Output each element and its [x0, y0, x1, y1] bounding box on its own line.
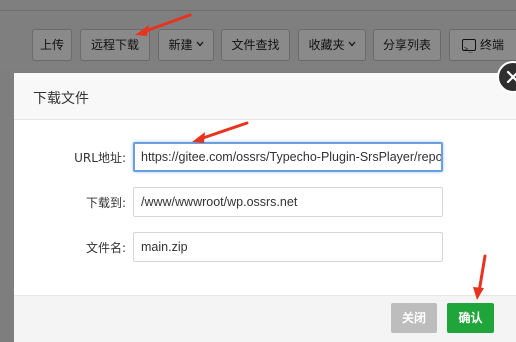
destination-label: 下载到: [85, 196, 126, 210]
terminal-icon [461, 34, 476, 64]
new-button-label: 新建 [168, 38, 193, 52]
close-button[interactable]: 关闭 [391, 303, 437, 333]
remote-download-button-label: 远程下载 [90, 38, 139, 52]
destination-input[interactable]: /www/wwwroot/wp.ossrs.net [133, 187, 443, 217]
download-file-dialog: 下载文件 URL地址: https://gitee.com/ossrs/Type… [14, 73, 516, 342]
share-list-button-label: 分享列表 [382, 38, 431, 52]
url-label: URL地址: [74, 151, 126, 165]
filename-label: 文件名: [85, 241, 126, 255]
terminal-button[interactable]: 终端 [449, 29, 516, 64]
share-list-button[interactable]: 分享列表 [373, 29, 441, 61]
chevron-down-icon [196, 41, 203, 46]
file-search-button[interactable]: 文件查找 [221, 29, 290, 61]
dialog-footer [14, 295, 516, 342]
upload-button[interactable]: 上传 [32, 29, 72, 61]
terminal-button-label: 终端 [479, 38, 504, 52]
dialog-header: 下载文件 [14, 73, 516, 120]
filename-input[interactable]: main.zip [133, 232, 443, 262]
toolbar-divider [0, 10, 516, 11]
new-button[interactable]: 新建 [158, 29, 214, 61]
url-input[interactable]: https://gitee.com/ossrs/Typecho-Plugin-S… [133, 142, 443, 172]
close-icon [506, 70, 516, 84]
chevron-down-icon [348, 41, 355, 46]
favorites-button-label: 收藏夹 [308, 38, 345, 52]
confirm-button[interactable]: 确认 [447, 303, 494, 333]
favorites-button[interactable]: 收藏夹 [298, 29, 366, 61]
dialog-title: 下载文件 [33, 91, 89, 107]
upload-button-label: 上传 [39, 38, 64, 52]
file-search-button-label: 文件查找 [231, 38, 280, 52]
remote-download-button[interactable]: 远程下载 [80, 29, 150, 61]
